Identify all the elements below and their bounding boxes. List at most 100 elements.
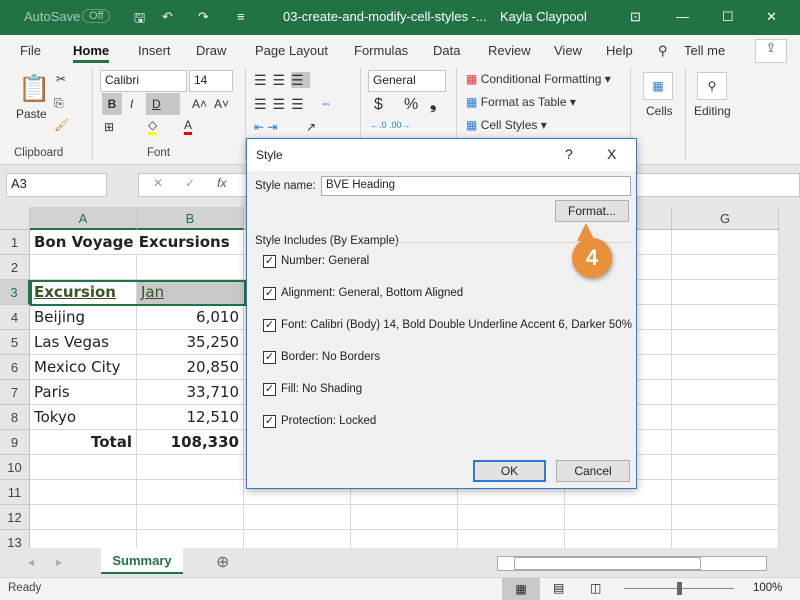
number-format-select[interactable]: General bbox=[368, 70, 446, 92]
underline-button[interactable]: D bbox=[146, 93, 180, 115]
cell-b4[interactable]: 6,010 bbox=[137, 305, 244, 330]
cell[interactable] bbox=[672, 480, 779, 505]
help-button[interactable]: ? bbox=[565, 146, 573, 162]
cell-a1[interactable]: Bon Voyage Excursions bbox=[30, 230, 230, 255]
font-name-select[interactable]: Calibri bbox=[100, 70, 187, 92]
bold-button[interactable]: B bbox=[102, 93, 122, 115]
prev-sheet-icon[interactable]: ◂ bbox=[28, 555, 34, 569]
maximize-icon[interactable]: ☐ bbox=[722, 9, 734, 25]
find-icon[interactable]: ⚲ bbox=[697, 72, 727, 100]
borders-icon[interactable]: ⊞ bbox=[104, 120, 114, 134]
cell[interactable] bbox=[244, 505, 351, 530]
currency-button[interactable]: $ bbox=[374, 96, 383, 114]
autosave-toggle[interactable]: Off bbox=[82, 9, 111, 23]
row-header[interactable]: 8 bbox=[0, 405, 30, 430]
tab-data[interactable]: Data bbox=[433, 43, 460, 58]
cell-b6[interactable]: 20,850 bbox=[137, 355, 244, 380]
font-size-select[interactable]: 14 bbox=[189, 70, 233, 92]
dialog-close-button[interactable]: X bbox=[607, 146, 616, 162]
cell-b2[interactable] bbox=[137, 255, 244, 280]
cell-b8[interactable]: 12,510 bbox=[137, 405, 244, 430]
page-break-view-icon[interactable]: ◫ bbox=[590, 581, 601, 595]
include-checkbox[interactable]: ✓ bbox=[263, 415, 276, 428]
format-as-table-button[interactable]: ▦ Format as Table ▾ bbox=[466, 95, 576, 109]
font-color-icon[interactable]: A bbox=[184, 118, 193, 135]
cut-icon[interactable]: ✂ bbox=[56, 72, 66, 86]
cell[interactable] bbox=[351, 505, 458, 530]
add-sheet-icon[interactable]: ⊕ bbox=[216, 552, 229, 572]
row-header[interactable]: 1 bbox=[0, 230, 30, 255]
row-header[interactable]: 12 bbox=[0, 505, 30, 530]
editing-button[interactable]: Editing bbox=[694, 104, 731, 118]
vertical-scrollbar[interactable] bbox=[779, 207, 800, 548]
column-header-A[interactable]: A bbox=[30, 207, 137, 230]
sheet-tab-summary[interactable]: Summary bbox=[101, 548, 183, 574]
close-icon[interactable]: ✕ bbox=[766, 9, 777, 25]
include-checkbox[interactable]: ✓ bbox=[263, 351, 276, 364]
cells-button[interactable]: Cells bbox=[646, 104, 673, 118]
cell[interactable] bbox=[458, 505, 565, 530]
ok-button[interactable]: OK bbox=[473, 460, 546, 482]
cell[interactable] bbox=[672, 330, 779, 355]
cell[interactable] bbox=[244, 530, 351, 548]
style-name-input[interactable]: BVE Heading bbox=[321, 176, 631, 196]
fill-color-icon[interactable]: ◇ bbox=[148, 118, 158, 135]
cell[interactable] bbox=[672, 230, 779, 255]
ribbon-display-icon[interactable]: ⊡ bbox=[630, 9, 641, 25]
cell[interactable] bbox=[672, 405, 779, 430]
cancel-button[interactable]: Cancel bbox=[556, 460, 630, 482]
paste-icon[interactable]: 📋 bbox=[18, 73, 50, 104]
cell-a10[interactable] bbox=[30, 455, 137, 480]
cell-b9[interactable]: 108,330 bbox=[137, 430, 244, 455]
row-header[interactable]: 6 bbox=[0, 355, 30, 380]
zoom-slider-thumb[interactable] bbox=[677, 582, 682, 595]
italic-button[interactable]: I bbox=[130, 97, 133, 111]
cell-a9[interactable]: Total bbox=[30, 430, 137, 455]
cell-a13[interactable] bbox=[30, 530, 137, 548]
next-sheet-icon[interactable]: ▸ bbox=[56, 555, 62, 569]
minimize-icon[interactable]: — bbox=[676, 9, 689, 24]
row-header[interactable]: 4 bbox=[0, 305, 30, 330]
cell-styles-button[interactable]: ▦ Cell Styles ▾ bbox=[466, 118, 547, 132]
cell[interactable] bbox=[458, 530, 565, 548]
tab-page-layout[interactable]: Page Layout bbox=[255, 43, 328, 58]
cell-a5[interactable]: Las Vegas bbox=[30, 330, 137, 355]
customize-icon[interactable]: ≡ bbox=[237, 9, 245, 24]
cell-a6[interactable]: Mexico City bbox=[30, 355, 137, 380]
column-header-G[interactable]: G bbox=[672, 207, 779, 230]
row-header[interactable]: 13 bbox=[0, 530, 30, 548]
tab-view[interactable]: View bbox=[554, 43, 582, 58]
tab-file[interactable]: File bbox=[20, 43, 41, 58]
tab-draw[interactable]: Draw bbox=[196, 43, 226, 58]
percent-button[interactable]: % bbox=[404, 96, 418, 114]
undo-icon[interactable]: ↶ bbox=[162, 9, 173, 25]
include-checkbox[interactable]: ✓ bbox=[263, 383, 276, 396]
cell-b7[interactable]: 33,710 bbox=[137, 380, 244, 405]
cell[interactable] bbox=[672, 505, 779, 530]
tell-me[interactable]: Tell me bbox=[684, 43, 725, 58]
cell[interactable] bbox=[351, 530, 458, 548]
tab-help[interactable]: Help bbox=[606, 43, 633, 58]
row-header[interactable]: 3 bbox=[0, 280, 30, 305]
cell-a7[interactable]: Paris bbox=[30, 380, 137, 405]
cell[interactable] bbox=[565, 505, 672, 530]
cell-b11[interactable] bbox=[137, 480, 244, 505]
cell-a8[interactable]: Tokyo bbox=[30, 405, 137, 430]
indent-icons[interactable]: ⇤ ⇥ bbox=[254, 120, 277, 134]
row-header[interactable]: 9 bbox=[0, 430, 30, 455]
page-layout-view-icon[interactable]: ▤ bbox=[553, 581, 564, 595]
copy-icon[interactable]: ⎘ bbox=[54, 96, 64, 111]
cell[interactable] bbox=[672, 380, 779, 405]
cell[interactable] bbox=[672, 530, 779, 548]
include-checkbox[interactable]: ✓ bbox=[263, 287, 276, 300]
format-button[interactable]: Format... bbox=[555, 200, 629, 222]
shrink-font-button[interactable]: A˅ bbox=[214, 97, 229, 111]
cell-b3[interactable]: Jan bbox=[137, 280, 244, 305]
name-box[interactable]: A3 bbox=[6, 173, 107, 197]
normal-view-icon[interactable]: ▦ bbox=[502, 578, 540, 600]
user-name[interactable]: Kayla Claypool bbox=[500, 9, 587, 24]
include-checkbox[interactable]: ✓ bbox=[263, 255, 276, 268]
cell[interactable] bbox=[565, 530, 672, 548]
horizontal-scrollbar[interactable] bbox=[497, 556, 767, 571]
comma-button[interactable]: ❟ bbox=[430, 96, 436, 114]
